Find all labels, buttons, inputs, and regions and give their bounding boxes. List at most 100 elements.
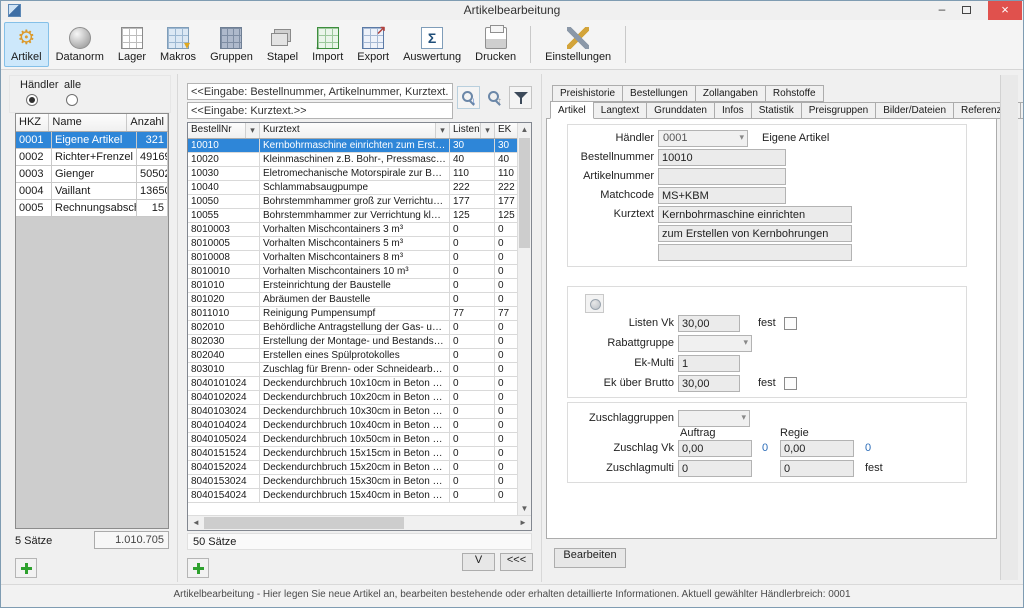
vertical-scrollbar[interactable]: ▲ ▼ (517, 123, 531, 516)
kurztext-field-1[interactable] (658, 206, 852, 223)
toolbar-button-datanorm[interactable]: Datanorm (49, 22, 111, 67)
scroll-up-icon[interactable]: ▲ (518, 123, 531, 137)
column-header-name[interactable]: Name (49, 114, 127, 131)
zuschlagmulti-regie-field[interactable] (780, 460, 854, 477)
article-row[interactable]: 8040105024 Deckendurchbruch 10x50cm in B… (188, 433, 519, 447)
column-header-bestellnr[interactable]: BestellNr (188, 123, 246, 138)
haendler-select[interactable]: 0001 (658, 130, 748, 147)
article-row[interactable]: 803010 Zuschlag für Brenn- oder Schneide… (188, 363, 519, 377)
article-row[interactable]: 8040102024 Deckendurchbruch 10x20cm in B… (188, 391, 519, 405)
detail-tab[interactable]: Infos (714, 102, 752, 119)
artikelnummer-field[interactable] (658, 168, 786, 185)
radio-alle[interactable] (66, 94, 78, 106)
dealer-row[interactable]: 0005 Rechnungsabschluss 15 (16, 200, 168, 217)
detail-tab[interactable]: Grunddaten (646, 102, 715, 119)
article-row[interactable]: 801010 Ersteinrichtung der Baustelle 0 0 (188, 279, 519, 293)
edit-button[interactable]: Bearbeiten (554, 548, 626, 568)
add-article-button[interactable] (187, 558, 209, 578)
detail-tab[interactable]: Bestellungen (622, 85, 696, 102)
fest-checkbox-listen[interactable] (784, 317, 797, 330)
close-button[interactable]: × (988, 1, 1022, 20)
column-filter-icon[interactable] (436, 123, 450, 138)
bestellnummer-field[interactable] (658, 149, 786, 166)
article-row[interactable]: 8040101024 Deckendurchbruch 10x10cm in B… (188, 377, 519, 391)
dealer-row[interactable]: 0001 Eigene Artikel 321 (16, 132, 168, 149)
detail-tab[interactable]: Rohstoffe (765, 85, 824, 102)
toolbar-button-makros[interactable]: Makros (153, 22, 203, 67)
search-input-main[interactable] (187, 83, 453, 100)
article-row[interactable]: 8040152024 Deckendurchbruch 15x20cm in B… (188, 461, 519, 475)
detail-tab[interactable]: Langtext (593, 102, 647, 119)
minimize-button[interactable]: – (931, 1, 953, 20)
scrollbar-thumb[interactable] (204, 517, 404, 529)
detail-tab[interactable]: Preishistorie (552, 85, 623, 102)
column-filter-icon[interactable] (481, 123, 495, 138)
detail-tab[interactable]: Bilder/Dateien (875, 102, 954, 119)
ek-multi-field[interactable] (678, 355, 740, 372)
detail-tab[interactable]: Preisgruppen (801, 102, 876, 119)
toolbar-button-einstellungen[interactable]: Einstellungen (538, 22, 618, 67)
column-filter-icon[interactable] (246, 123, 260, 138)
v-button[interactable]: V (462, 553, 495, 571)
article-row[interactable]: 8040151524 Deckendurchbruch 15x15cm in B… (188, 447, 519, 461)
scroll-right-icon[interactable]: ► (517, 516, 529, 530)
article-row[interactable]: 8010003 Vorhalten Mischcontainers 3 m³ 0… (188, 223, 519, 237)
article-row[interactable]: 8010005 Vorhalten Mischcontainers 5 m³ 0… (188, 237, 519, 251)
radio-haendler[interactable] (26, 94, 38, 106)
dealer-row[interactable]: 0002 Richter+Frenzel 491691 (16, 149, 168, 166)
toolbar-button-export[interactable]: Export (350, 22, 396, 67)
collapse-panel-button[interactable]: <<< (500, 553, 533, 571)
article-row[interactable]: 8011010 Reinigung Pumpensumpf 77 77 (188, 307, 519, 321)
article-row[interactable]: 10030 Eletromechanische Motorspirale zur… (188, 167, 519, 181)
horizontal-scrollbar[interactable]: ◄ ► (188, 515, 531, 530)
column-header-ek[interactable]: EK (495, 123, 519, 138)
toolbar-button-gruppen[interactable]: Gruppen (203, 22, 260, 67)
search-up-button[interactable]: ↑ (483, 86, 506, 109)
toolbar-button-drucken[interactable]: Drucken (468, 22, 523, 67)
scroll-left-icon[interactable]: ◄ (190, 516, 202, 530)
toolbar-button-lager[interactable]: Lager (111, 22, 153, 67)
filter-button[interactable] (509, 86, 532, 109)
zuschlag-vk-regie-field[interactable] (780, 440, 854, 457)
article-row[interactable]: 8040153024 Deckendurchbruch 15x30cm in B… (188, 475, 519, 489)
article-row[interactable]: 802040 Erstellen eines Spülprotokolles 0… (188, 349, 519, 363)
toolbar-button-stapel[interactable]: Stapel (260, 22, 305, 67)
zuschlagmulti-auftrag-field[interactable] (678, 460, 752, 477)
article-row[interactable]: 10055 Bohrstemmhammer zur Verrichtung kl… (188, 209, 519, 223)
column-header-anzahl[interactable]: Anzahl (127, 114, 168, 131)
zuschlag-vk-auftrag-field[interactable] (678, 440, 752, 457)
toolbar-button-auswertung[interactable]: Σ Auswertung (396, 22, 468, 67)
dealer-row[interactable]: 0003 Gienger 505028 (16, 166, 168, 183)
article-row[interactable]: 8040103024 Deckendurchbruch 10x30cm in B… (188, 405, 519, 419)
kurztext-field-3[interactable] (658, 244, 852, 261)
rabattgruppe-select[interactable] (678, 335, 752, 352)
article-row[interactable]: 802010 Behördliche Antragstellung der Ga… (188, 321, 519, 335)
article-row[interactable]: 10050 Bohrstemmhammer groß zur Verrichtu… (188, 195, 519, 209)
matchcode-field[interactable] (658, 187, 786, 204)
add-dealer-button[interactable] (15, 558, 37, 578)
article-row[interactable]: 802030 Erstellung der Montage- und Besta… (188, 335, 519, 349)
article-row[interactable]: 10020 Kleinmaschinen z.B. Bohr-, Pressma… (188, 153, 519, 167)
fest-checkbox-brutto[interactable] (784, 377, 797, 390)
article-row[interactable]: 8040104024 Deckendurchbruch 10x40cm in B… (188, 419, 519, 433)
column-header-listenvk[interactable]: ListenVk (450, 123, 481, 138)
column-header-hkz[interactable]: HKZ (16, 114, 49, 131)
search-input-kurztext[interactable] (187, 102, 453, 119)
kurztext-field-2[interactable] (658, 225, 852, 242)
toolbar-button-import[interactable]: Import (305, 22, 350, 67)
scrollbar-thumb[interactable] (519, 138, 530, 248)
detail-tab[interactable]: Zollangaben (695, 85, 766, 102)
search-down-button[interactable]: ↓ (457, 86, 480, 109)
listen-vk-field[interactable] (678, 315, 740, 332)
article-row[interactable]: 8040154024 Deckendurchbruch 15x40cm in B… (188, 489, 519, 503)
column-header-kurztext[interactable]: Kurztext (260, 123, 436, 138)
article-row[interactable]: 10010 Kernbohrmaschine einrichten zum Er… (188, 139, 519, 153)
ek-brutto-field[interactable] (678, 375, 740, 392)
article-row[interactable]: 801020 Abräumen der Baustelle 0 0 (188, 293, 519, 307)
detail-tab[interactable]: Unterartikel (1020, 102, 1024, 119)
detail-tab[interactable]: Statistik (751, 102, 802, 119)
article-row[interactable]: 8010010 Vorhalten Mischcontainers 10 m³ … (188, 265, 519, 279)
detail-tab[interactable]: Artikel (550, 101, 594, 119)
scroll-down-icon[interactable]: ▼ (518, 502, 531, 516)
dealer-row[interactable]: 0004 Vaillant 13650 (16, 183, 168, 200)
